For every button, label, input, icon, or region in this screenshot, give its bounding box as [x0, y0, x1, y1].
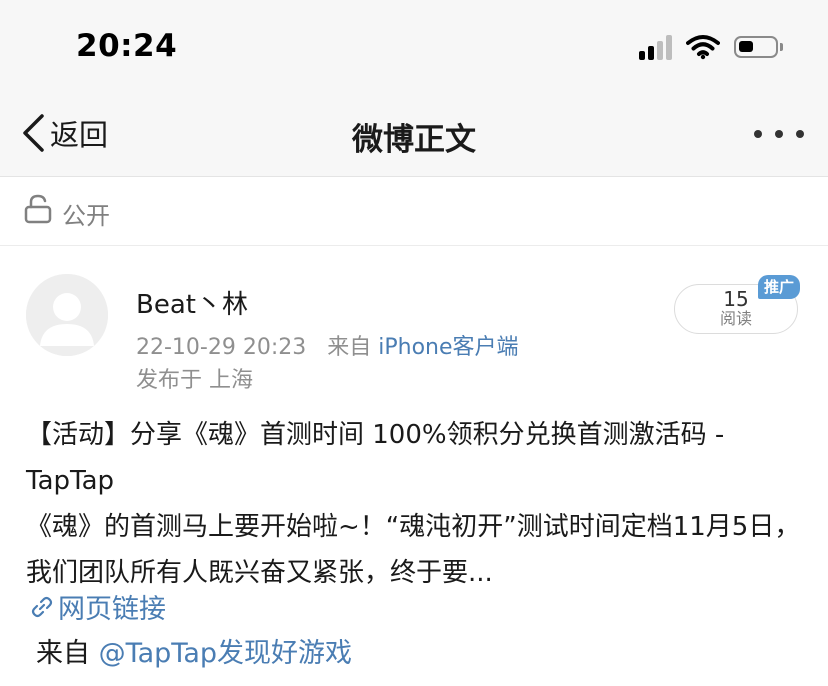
from-row: 来自 @TapTap发现好游戏	[36, 631, 352, 670]
visibility-label: 公开	[62, 202, 110, 230]
promote-badge[interactable]: 推广	[758, 275, 801, 299]
unlocked-icon	[24, 194, 52, 224]
source-prefix: 来自	[327, 335, 372, 360]
web-link-label: 网页链接	[58, 594, 166, 625]
cellular-signal-icon	[639, 34, 672, 60]
more-options-button[interactable]	[754, 116, 804, 152]
avatar[interactable]	[26, 274, 108, 356]
more-dot-icon	[775, 130, 783, 138]
wifi-icon	[686, 35, 720, 60]
status-icons	[639, 33, 783, 61]
read-count-label: 阅读	[719, 309, 752, 328]
from-mention-link[interactable]: @TapTap发现好游戏	[99, 638, 352, 669]
battery-icon	[734, 36, 783, 58]
more-dot-icon	[754, 130, 762, 138]
page-title: 微博正文	[352, 122, 476, 158]
post-timestamp: 22-10-29 20:23	[136, 335, 307, 360]
default-avatar-icon	[26, 274, 108, 356]
more-dot-icon	[796, 130, 804, 138]
visibility-row: 公开	[0, 177, 828, 246]
status-bar: 20:24	[0, 0, 828, 96]
source-link[interactable]: iPhone客户端	[378, 335, 518, 360]
post-meta: 22-10-29 20:23 来自 iPhone客户端	[136, 329, 519, 361]
from-prefix: 来自	[36, 638, 90, 669]
link-icon	[31, 596, 53, 617]
post-location: 发布于 上海	[136, 368, 253, 393]
post-title-line: 【活动】分享《魂》首测时间 100%领积分兑换首测激活码 - TapTap	[26, 420, 725, 496]
nav-bar: 返回 微博正文	[0, 96, 828, 177]
author-name[interactable]: Beat丶林	[136, 284, 248, 321]
post-body: 【活动】分享《魂》首测时间 100%领积分兑换首测激活码 - TapTap 《魂…	[26, 412, 806, 596]
status-time: 20:24	[76, 28, 178, 64]
web-link[interactable]: 网页链接	[30, 587, 166, 626]
post-text: 《魂》的首测马上要开始啦~！“魂沌初开”测试时间定档11月5日，我们团队所有人既…	[26, 512, 801, 588]
